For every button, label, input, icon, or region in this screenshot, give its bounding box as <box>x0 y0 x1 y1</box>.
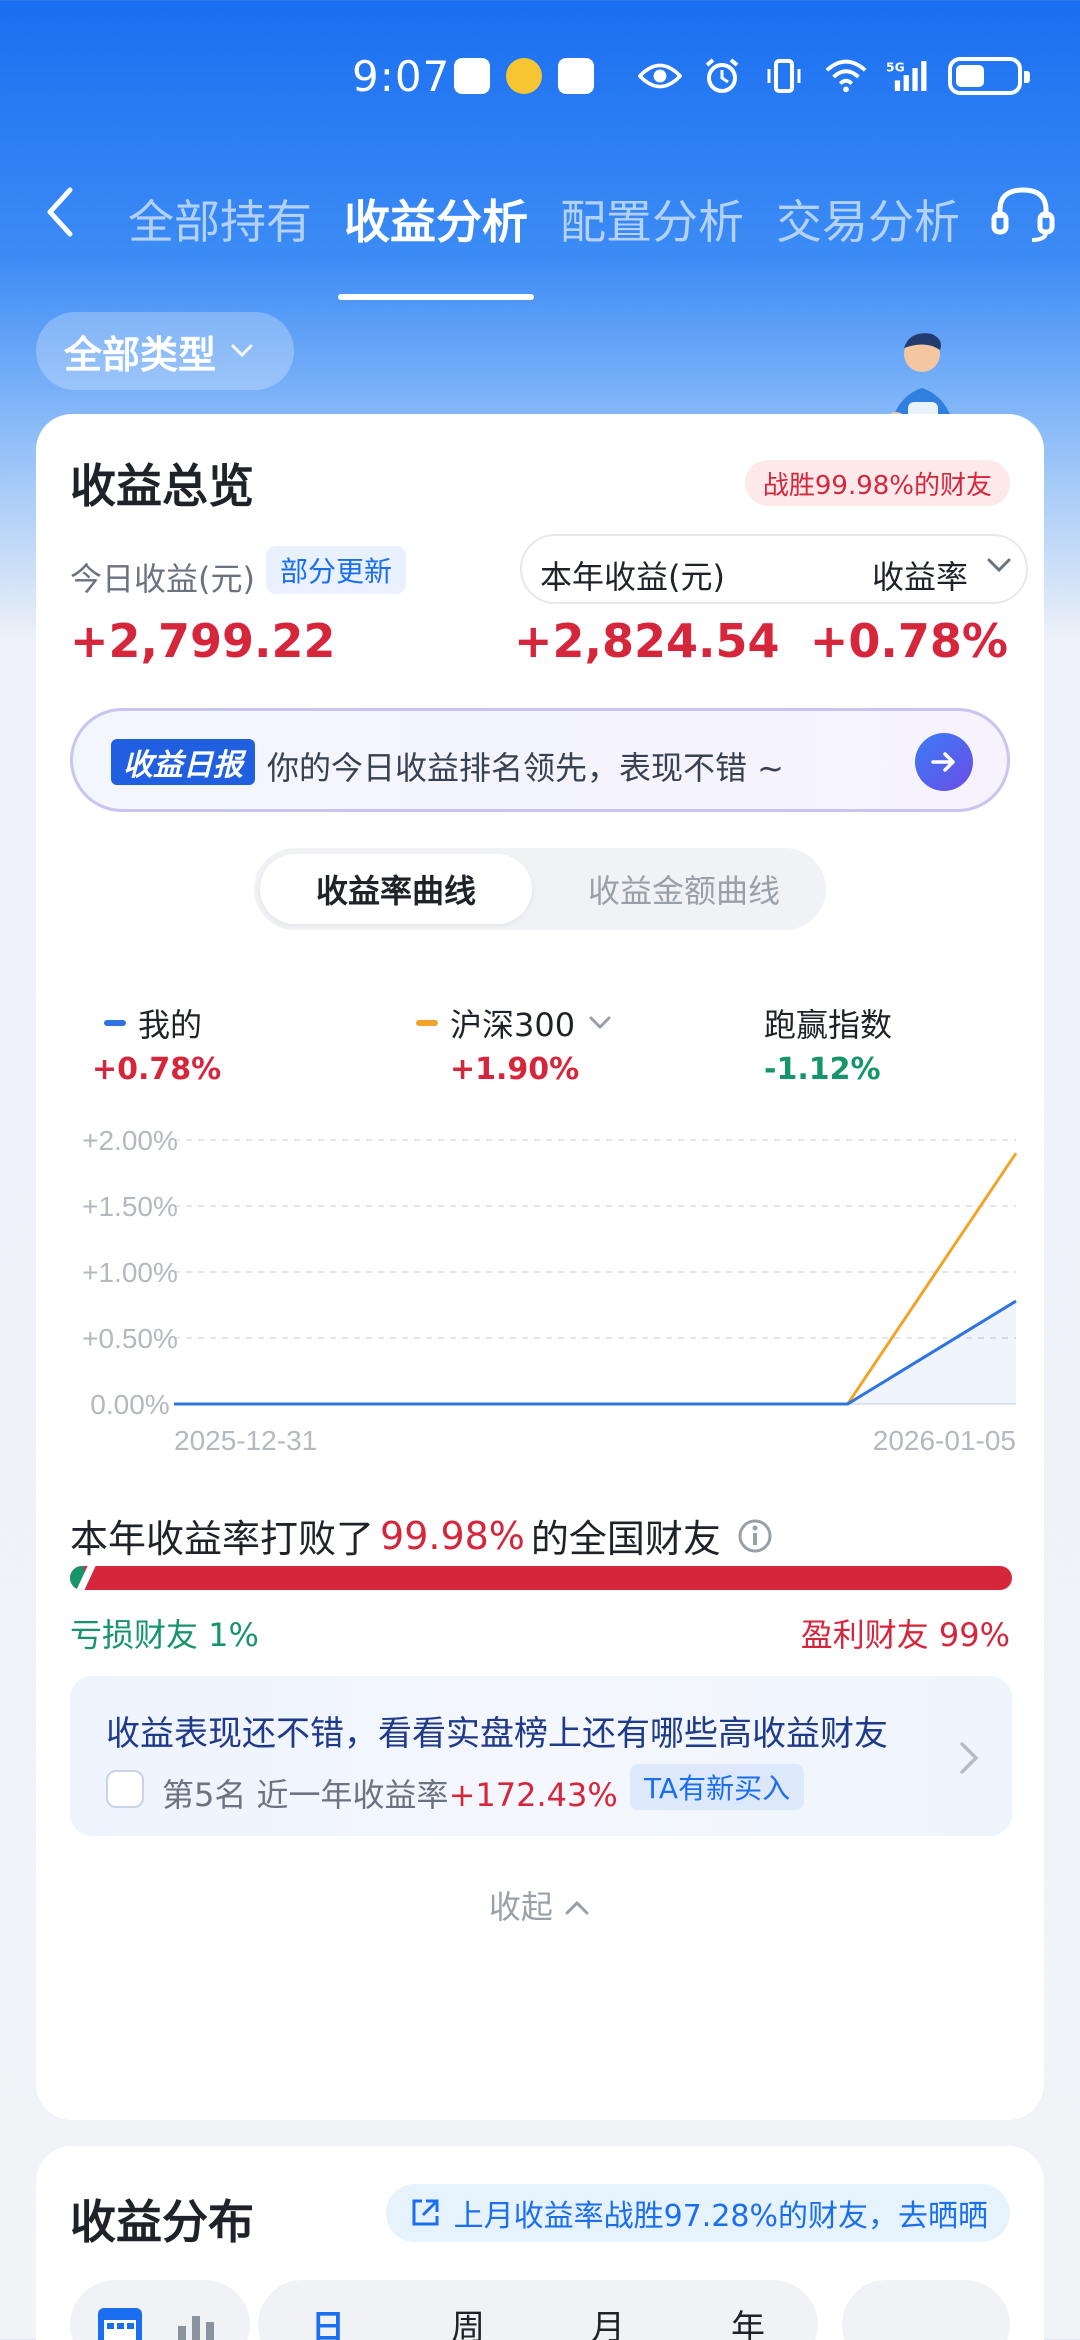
rank-badge[interactable]: 战胜99.98%的财友 <box>744 460 1010 506</box>
beat-percent: 99.98% <box>380 1513 525 1558</box>
profit-loss-bar <box>70 1566 1012 1590</box>
legend-value-csi300: +1.90% <box>450 1052 580 1087</box>
beat-prefix: 本年收益率打败了 <box>70 1517 375 1561</box>
leaderboard-promo[interactable]: 收益表现还不错，看看实盘榜上还有哪些高收益财友 第5名 近一年收益率+172.4… <box>70 1676 1012 1836</box>
status-time: 9:07 <box>352 52 451 101</box>
avatar <box>106 1770 144 1808</box>
today-return-value: +2,799.22 <box>70 614 336 668</box>
promo-subline: 第5名 近一年收益率+172.43% <box>162 1770 618 1816</box>
tab-allocation-analysis[interactable]: 配置分析 <box>560 186 744 252</box>
tab-return-analysis[interactable]: 收益分析 <box>338 186 534 300</box>
alarm-icon <box>700 56 744 96</box>
back-icon[interactable] <box>36 182 86 242</box>
chevron-down-icon[interactable] <box>587 1014 613 1032</box>
status-bar: 9:07 5G <box>0 0 1080 150</box>
promo-title: 收益表现还不错，看看实盘榜上还有哪些高收益财友 <box>106 1714 888 1754</box>
return-distribution-card: 收益分布 上月收益率战胜97.28%的财友，去晒晒 日 周 月 年 <box>36 2146 1044 2340</box>
curve-toggle: 收益率曲线 收益金额曲线 <box>254 848 826 930</box>
calendar-icon[interactable] <box>94 2300 146 2340</box>
partial-update-tag: 部分更新 <box>266 546 407 594</box>
legend-swatch <box>104 1020 126 1026</box>
daily-report-banner[interactable]: 收益日报 你的今日收益排名领先，表现不错 ~ <box>70 708 1010 812</box>
tab-trade-analysis[interactable]: 交易分析 <box>776 186 960 252</box>
share-badge[interactable]: 上月收益率战胜97.28%的财友，去晒晒 <box>385 2184 1010 2242</box>
tab-return-amount-curve[interactable]: 收益金额曲线 <box>554 854 814 924</box>
info-icon[interactable] <box>737 1518 773 1554</box>
legend-label: 沪深300 <box>450 1006 576 1044</box>
eye-icon <box>638 56 682 96</box>
y-tick-label: +1.50% <box>82 1191 178 1222</box>
huawei-notification-icon <box>454 58 490 94</box>
vibrate-icon <box>762 56 806 96</box>
x-tick-label: 2026-01-05 <box>873 1425 1016 1456</box>
gain-label: 盈利财友 99% <box>800 1616 1010 1654</box>
weibo-notification-icon <box>506 58 542 94</box>
tab-week[interactable]: 周 <box>398 2280 538 2340</box>
tab-return-rate-curve[interactable]: 收益率曲线 <box>260 854 532 924</box>
return-rate-chart[interactable]: +2.00% +1.50% +1.00% +0.50% 0.00%2025-12-31 2… <box>72 1110 1032 1490</box>
share-icon <box>412 2199 439 2226</box>
legend-csi300[interactable]: 沪深300 <box>416 1000 613 1046</box>
more-options[interactable] <box>842 2280 1010 2340</box>
x-tick-label: 2025-12-31 <box>174 1425 317 1456</box>
collapse-label: 收起 <box>488 1888 553 1926</box>
top-nav: 全部持有 收益分析 配置分析 交易分析 <box>0 160 1080 300</box>
huawei-notification-icon <box>558 58 594 94</box>
beat-suffix: 的全国财友 <box>530 1517 721 1561</box>
type-filter-dropdown[interactable]: 全部类型 <box>36 312 295 390</box>
battery-icon <box>948 57 1030 95</box>
legend-label: 我的 <box>138 1006 203 1044</box>
y-tick-label: +1.00% <box>82 1257 178 1288</box>
collapse-button[interactable]: 收起 <box>36 1882 1044 1928</box>
return-rate-value: +0.78% <box>809 614 1008 668</box>
tab-bar: 全部持有 收益分析 配置分析 交易分析 <box>128 186 960 300</box>
return-overview-card: 收益总览 战胜99.98%的财友 今日收益(元) 部分更新 +2,799.22 … <box>36 414 1044 2120</box>
wifi-icon <box>824 56 868 96</box>
status-icons: 5G <box>638 56 1030 96</box>
new-buy-tag: TA有新买入 <box>630 1764 805 1810</box>
chevron-down-icon[interactable] <box>984 550 1014 580</box>
year-return-label: 本年收益(元) <box>540 558 725 596</box>
promo-rate-value: +172.43% <box>448 1776 618 1814</box>
promo-rank: 第5名 <box>162 1776 247 1814</box>
y-tick-label: 0.00% <box>90 1389 169 1420</box>
legend-value-outperform: -1.12% <box>764 1052 881 1087</box>
year-return-value: +2,824.54 <box>514 614 780 668</box>
y-tick-label: +0.50% <box>82 1323 178 1354</box>
promo-rate-label: 近一年收益率 <box>256 1776 449 1814</box>
return-rate-label[interactable]: 收益率 <box>872 552 968 598</box>
signal-5g-icon: 5G <box>886 56 930 96</box>
svg-text:5G: 5G <box>886 61 905 75</box>
tab-month[interactable]: 月 <box>538 2280 678 2340</box>
bar-chart-icon[interactable] <box>174 2304 222 2340</box>
legend-swatch <box>416 1020 438 1026</box>
arrow-right-icon[interactable] <box>915 733 973 791</box>
chevron-up-icon <box>565 1900 589 1915</box>
type-filter-label: 全部类型 <box>64 332 217 377</box>
beat-statement: 本年收益率打败了 99.98% 的全国财友 <box>70 1508 773 1563</box>
share-badge-label: 上月收益率战胜97.28%的财友，去晒晒 <box>453 2199 988 2234</box>
customer-service-icon[interactable] <box>988 180 1058 250</box>
tab-year[interactable]: 年 <box>678 2280 818 2340</box>
series-line-csi300 <box>174 1152 1018 1406</box>
legend-value-mine: +0.78% <box>92 1052 222 1087</box>
chevron-down-icon <box>230 336 254 366</box>
overview-title: 收益总览 <box>70 459 254 513</box>
series-area-mine <box>174 1301 1016 1404</box>
loss-label: 亏损财友 1% <box>70 1616 259 1654</box>
today-return-label: 今日收益(元) <box>70 560 255 598</box>
legend-outperform: 跑赢指数 <box>764 1000 892 1046</box>
legend-mine: 我的 <box>104 1000 202 1046</box>
legend-label: 跑赢指数 <box>764 1006 893 1044</box>
period-switch: 日 周 月 年 <box>258 2280 818 2340</box>
daily-report-text: 你的今日收益排名领先，表现不错 ~ <box>267 749 784 787</box>
view-switch <box>70 2280 250 2340</box>
tab-all-holdings[interactable]: 全部持有 <box>128 186 312 252</box>
chevron-right-icon[interactable] <box>954 1738 984 1778</box>
y-tick-label: +2.00% <box>82 1125 178 1156</box>
distribution-title: 收益分布 <box>70 2195 254 2249</box>
daily-report-tag: 收益日报 <box>111 739 255 785</box>
tab-day[interactable]: 日 <box>258 2280 398 2340</box>
